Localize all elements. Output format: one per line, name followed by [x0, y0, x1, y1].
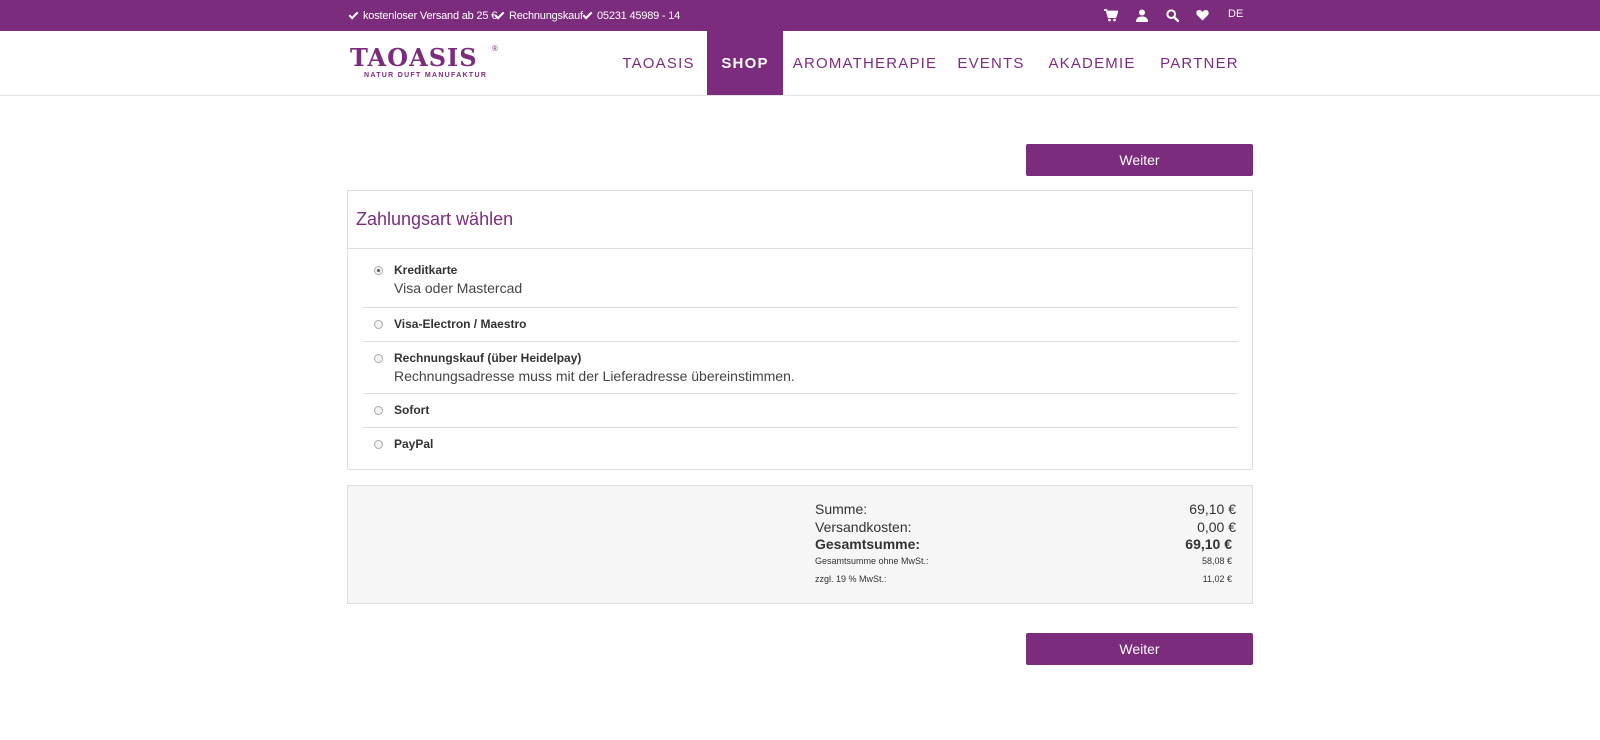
heart-icon[interactable] [1195, 8, 1209, 22]
summary-value: 69,10 € [1185, 536, 1232, 552]
user-icon[interactable] [1135, 8, 1149, 22]
payment-option-label: Rechnungskauf (über Heidelpay) [394, 351, 582, 365]
continue-button-bottom[interactable]: Weiter [1026, 633, 1253, 665]
summary-label: Versandkosten: [815, 519, 912, 535]
radio-button-selected[interactable] [374, 266, 383, 275]
nav-akademie[interactable]: AKADEMIE [1046, 31, 1138, 95]
top-bar: kostenloser Versand ab 25 € Rechnungskau… [0, 0, 1600, 31]
language-switcher[interactable]: DE [1228, 8, 1243, 20]
radio-button[interactable] [374, 440, 383, 449]
divider [348, 248, 1252, 249]
payment-option-label: Visa-Electron / Maestro [394, 317, 527, 331]
divider [363, 393, 1238, 394]
nav-events[interactable]: EVENTS [953, 31, 1029, 95]
summary-row-net-total: Gesamtsumme ohne MwSt.: 58,08 € [815, 556, 1232, 566]
summary-row-total: Gesamtsumme: 69,10 € [815, 536, 1232, 552]
summary-row-vat: zzgl. 19 % MwSt.: 11,02 € [815, 574, 1232, 584]
summary-value: 69,10 € [1189, 501, 1236, 517]
divider [363, 427, 1238, 428]
taoasis-logo[interactable]: TAOASIS ® NATUR DUFT MANUFAKTUR [350, 43, 500, 85]
summary-row-shipping: Versandkosten: 0,00 € [815, 519, 1236, 535]
usp-free-shipping: kostenloser Versand ab 25 € [348, 0, 498, 31]
cart-icon[interactable] [1104, 8, 1118, 22]
summary-label: Summe: [815, 501, 868, 517]
continue-button-top[interactable]: Weiter [1026, 144, 1253, 176]
summary-value: 58,08 € [1201, 556, 1232, 566]
divider [363, 341, 1238, 342]
nav-shop[interactable]: SHOP [707, 31, 783, 95]
logo-tagline: NATUR DUFT MANUFAKTUR [364, 72, 488, 79]
usp-phone[interactable]: 05231 45989 - 14 [582, 0, 681, 31]
usp-label: Rechnungskauf [509, 9, 583, 22]
usp-label: 05231 45989 - 14 [597, 9, 681, 22]
payment-option-description: Visa oder Mastercad [394, 280, 523, 296]
payment-option-label: PayPal [394, 437, 434, 451]
payment-option-label: Sofort [394, 403, 430, 417]
nav-partner[interactable]: PARTNER [1158, 31, 1241, 95]
payment-method-title: Zahlungsart wählen [356, 209, 514, 229]
payment-option-description: Rechnungsadresse muss mit der Lieferadre… [394, 368, 795, 384]
search-icon[interactable] [1165, 8, 1179, 22]
summary-value: 0,00 € [1197, 519, 1236, 535]
check-icon [494, 9, 505, 19]
radio-button[interactable] [374, 406, 383, 415]
nav-aromatherapie[interactable]: AROMATHERAPIE [791, 31, 939, 95]
logo-registered-mark: ® [492, 44, 498, 53]
summary-row-subtotal: Summe: 69,10 € [815, 501, 1236, 517]
order-summary: Summe: 69,10 € Versandkosten: 0,00 € Ges… [347, 485, 1253, 604]
radio-button[interactable] [374, 354, 383, 363]
summary-value: 11,02 € [1202, 574, 1232, 584]
check-icon [582, 9, 593, 19]
radio-button[interactable] [374, 320, 383, 329]
payment-option-label: Kreditkarte [394, 263, 458, 277]
summary-label: Gesamtsumme: [815, 536, 921, 552]
nav-taoasis[interactable]: TAOASIS [617, 31, 700, 95]
summary-label: Gesamtsumme ohne MwSt.: [815, 556, 929, 566]
usp-invoice: Rechnungskauf [494, 0, 583, 31]
payment-method-panel: Zahlungsart wählen Kreditkarte Visa oder… [347, 190, 1253, 470]
divider [363, 307, 1238, 308]
main-header: TAOASIS ® NATUR DUFT MANUFAKTUR TAOASIS … [0, 31, 1600, 96]
logo-wordmark: TAOASIS [350, 43, 478, 72]
check-icon [348, 9, 359, 19]
usp-label: kostenloser Versand ab 25 € [363, 9, 498, 22]
summary-label: zzgl. 19 % MwSt.: [815, 574, 887, 584]
